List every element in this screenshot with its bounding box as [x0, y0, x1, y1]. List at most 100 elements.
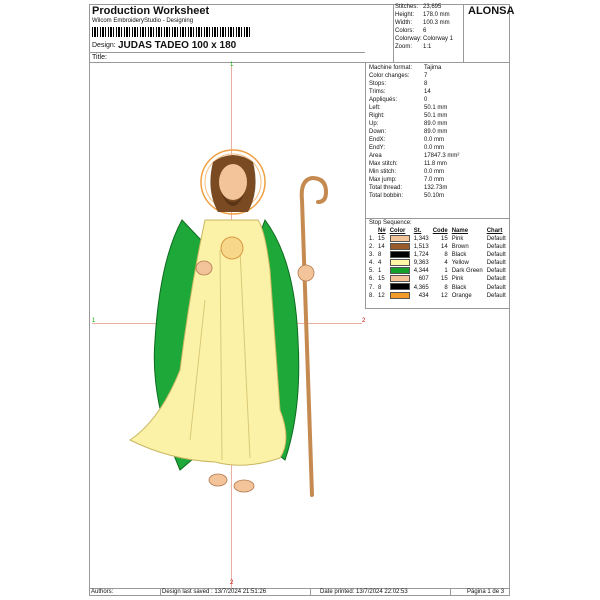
stat-value: 100.3 mm	[423, 20, 450, 26]
stop-sequence-row: 4. 4 9,363 4 Yellow Default	[367, 259, 508, 267]
stat-label: Up:	[369, 121, 379, 127]
stat-label: Stops:	[369, 81, 387, 87]
footer-sep	[160, 588, 161, 596]
chart-name: Default	[486, 268, 506, 275]
stat-label: Stitches:	[395, 4, 419, 10]
chart-name: Default	[486, 284, 506, 291]
stop-sequence-row: 8. 12 434 12 Orange Default	[367, 291, 508, 300]
footer-authors: Authors:	[91, 589, 114, 595]
color-name: Orange	[451, 292, 472, 299]
col-header: St.	[413, 228, 422, 234]
row-index: 4.	[369, 260, 375, 267]
color-name: Pink	[451, 236, 464, 243]
stats-divider	[393, 4, 394, 62]
stop-sequence-title: Stop Sequence:	[369, 220, 412, 226]
color-swatch-icon	[389, 275, 410, 283]
needle-number: 12	[378, 292, 385, 299]
col-header: Color	[389, 228, 406, 234]
stat-value: 0.0 mm	[424, 137, 445, 143]
chart-name: Default	[486, 276, 506, 283]
color-name: Brown	[451, 244, 469, 251]
color-code: 8	[444, 284, 448, 291]
stat-value: 11.8 mm	[424, 161, 447, 167]
footer-sep	[450, 588, 451, 596]
stitch-count: 434	[418, 292, 429, 299]
color-code: 4	[444, 260, 448, 267]
needle-number: 8	[378, 252, 382, 259]
stat-label: Color changes:	[369, 73, 410, 79]
stat-value: 89.0 mm	[424, 121, 448, 127]
staff-icon	[299, 175, 329, 497]
brand-divider	[463, 4, 464, 62]
side-panel-divider	[365, 62, 366, 308]
stat-value: 1:1	[423, 44, 432, 50]
stat-label: Total thread:	[369, 185, 403, 191]
side-stats: Machine format: Tajima Color changes: 7 St…	[369, 64, 459, 200]
stat-value: 50.10m	[424, 193, 445, 199]
stop-sequence-table: N# Color St. Code Name Chart 1. 15 1,343 15…	[367, 227, 508, 300]
chart-name: Default	[486, 292, 506, 299]
top-stats: Stitches: 23,695 Height: 178.0 mm Width: 10…	[395, 3, 453, 51]
stat-label: Colors:	[395, 28, 415, 34]
stop-sequence-row: 3. 8 1,724 8 Black Default	[367, 251, 508, 259]
stat-value: 14	[424, 89, 431, 95]
stop-sequence-row: 5. 1 4,344 1 Dark Green Default	[367, 267, 508, 275]
stat-label: EndY:	[369, 145, 386, 151]
title-divider	[89, 62, 365, 63]
stitch-count: 9,363	[413, 260, 429, 267]
axis-marker-right: 2	[362, 318, 366, 324]
axis-marker-left: 1	[92, 318, 96, 324]
row-index: 3.	[369, 252, 375, 259]
stat-label: Height:	[395, 12, 415, 18]
color-swatch	[388, 291, 412, 300]
stat-value: 50.1 mm	[424, 113, 448, 119]
footer-sep	[310, 588, 311, 596]
stat-value: 6	[423, 28, 427, 34]
stats-bottom-line	[365, 62, 510, 63]
needle-number: 15	[378, 236, 385, 243]
needle-number: 1	[378, 268, 382, 275]
stat-label: Total bobbin:	[369, 193, 404, 199]
stat-value: 7	[424, 73, 428, 79]
color-code: 15	[441, 276, 448, 283]
stat-value: 17847.3 mm²	[424, 153, 460, 159]
stat-label: Max stitch:	[369, 161, 398, 167]
color-name: Yellow	[451, 260, 469, 267]
row-index: 5.	[369, 268, 375, 275]
stat-label: Max jump:	[369, 177, 397, 183]
stat-label: Zoom:	[395, 44, 413, 50]
col-header: Name	[451, 228, 469, 234]
stat-value: 50.1 mm	[424, 105, 448, 111]
app-subtitle: Wilcom EmbroideryStudio - Designing	[92, 18, 194, 24]
stat-label: Area	[369, 153, 382, 159]
color-code: 12	[441, 292, 448, 299]
color-swatch-icon	[389, 251, 410, 259]
needle-number: 14	[378, 244, 385, 251]
stat-label: Trims:	[369, 89, 386, 95]
color-code: 15	[441, 236, 448, 243]
stat-value: 178.0 mm	[423, 12, 450, 18]
color-swatch-icon	[389, 259, 410, 267]
stitch-count: 607	[418, 276, 429, 283]
chart-name: Default	[486, 244, 506, 251]
color-swatch	[388, 235, 412, 243]
left-hand-icon	[195, 260, 213, 276]
needle-number: 4	[378, 260, 382, 267]
color-swatch-icon	[389, 283, 410, 291]
stat-value: 7.0 mm	[424, 177, 445, 183]
color-code: 14	[441, 244, 448, 251]
stat-value: 132.73m	[424, 185, 448, 191]
stat-label: Down:	[369, 129, 387, 135]
stitch-count: 1,343	[413, 236, 429, 243]
color-swatch-icon	[389, 243, 410, 251]
stat-value: Colorway 1	[423, 36, 454, 42]
stat-value: 8	[424, 81, 428, 87]
design-name: JUDAS TADEO 100 x 180	[118, 40, 237, 51]
color-swatch	[388, 259, 412, 267]
needle-number: 8	[378, 284, 382, 291]
color-swatch	[388, 275, 412, 283]
stop-sequence-row: 1. 15 1,343 15 Pink Default	[367, 235, 508, 243]
stat-label: Right:	[369, 113, 385, 119]
title-label: Title:	[92, 54, 107, 61]
axis-marker-bottom: 2	[230, 580, 234, 586]
